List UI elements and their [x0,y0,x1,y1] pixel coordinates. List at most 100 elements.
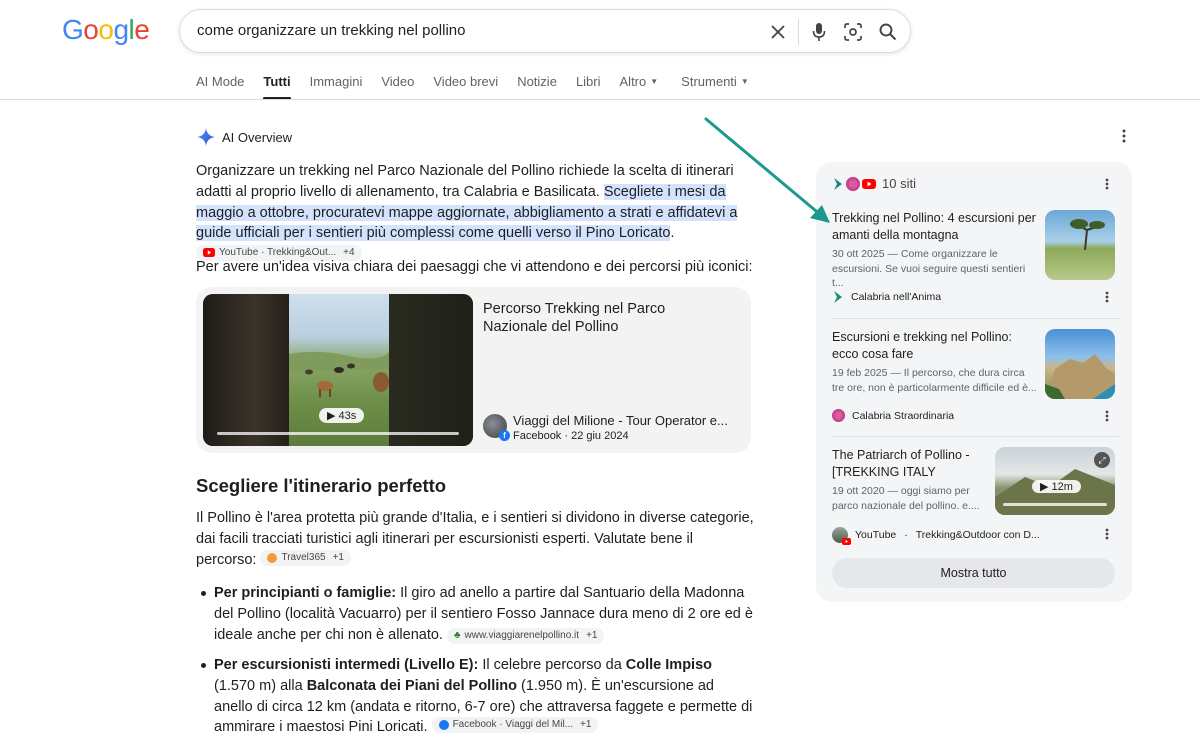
section-paragraph: Il Pollino è l'area protetta più grande … [196,508,756,570]
video-title[interactable]: Percorso Trekking nel Parco Nazionale de… [483,300,733,336]
search-tabs: AI Mode Tutti Immagini Video Video brevi… [196,74,768,100]
thumb-meadow [289,294,389,446]
bullet-dot [201,591,206,596]
sources-panel: 10 siti Trekking nel Pollino: 4 escursio… [816,162,1132,602]
youtube-icon [203,248,215,258]
cows-illustration [289,351,389,397]
channel-avatar [832,527,851,545]
sources-header[interactable]: 10 siti [832,176,916,191]
source-thumbnail[interactable] [1045,210,1115,280]
source-chip-facebook[interactable]: Facebook · Viaggi del Mil... +1 [431,717,599,734]
source-chip-plus: +1 [580,719,592,731]
show-all-button[interactable]: Mostra tutto [832,558,1115,588]
caret-down-icon: ▼ [740,77,749,86]
source-item[interactable]: Escursioni e trekking nel Pollino: ecco … [832,329,1122,429]
sources-count: 10 siti [882,176,916,191]
source-chip-travel365[interactable]: Travel365 +1 [260,549,351,566]
source-more-icon[interactable] [1099,408,1115,424]
video-card[interactable]: ▶ 43s Percorso Trekking nel Parco Nazion… [196,287,751,453]
youtube-icon [842,538,851,545]
dot-separator: · [904,529,908,541]
video-progress-bar[interactable] [1003,503,1107,506]
sources-more-icon[interactable] [1099,176,1115,192]
video-duration: ▶ 12m [1032,480,1081,493]
source-snippet: 19 feb 2025 — Il percorso, che dura circ… [832,367,1037,394]
source-chip-label: www.viaggiarenelpollino.it [464,629,580,641]
source-more-icon[interactable] [1099,289,1115,305]
intro-tail: . [670,225,675,242]
search-icon[interactable] [877,21,899,43]
thumb-right [389,294,473,446]
ai-overview-more-icon[interactable] [1116,128,1132,144]
video-duration-text: 12m [1051,481,1073,493]
video-source-name: Viaggi del Milione - Tour Operator e... [513,413,728,428]
facebook-icon [438,720,449,731]
calabria-straordinaria-icon [846,176,860,191]
source-divider [832,436,1119,437]
source-site-name: Calabria nell'Anima [851,291,942,303]
source-chip-label: Travel365 [281,551,326,563]
bullet-heading: Per principianti o famiglie: [214,585,397,601]
search-box[interactable]: come organizzare un trekking nel pollino [179,9,911,53]
tree-icon: ♣ [453,629,461,641]
search-divider [798,19,799,45]
tools-button[interactable]: Strumenti ▼ [681,74,749,100]
lens-icon[interactable] [842,21,864,43]
section-title: Scegliere l'itinerario perfetto [196,475,447,496]
bullet-text: (1.570 m) alla [214,677,307,694]
source-title[interactable]: Escursioni e trekking nel Pollino: ecco … [832,329,1037,363]
video-progress-bar[interactable] [217,432,459,435]
source-thumbnail[interactable] [1045,329,1115,399]
bullet-bold: Balconata dei Piani del Pollino [306,677,517,694]
bullet-bold: Colle Impiso [625,657,713,673]
search-input[interactable]: come organizzare un trekking nel pollino [197,22,465,39]
video-thumbnail[interactable]: ▶ 43s [203,294,473,446]
ai-overview-intro: Organizzare un trekking nel Parco Nazion… [196,161,756,265]
source-chip-viaggiare[interactable]: ♣ www.viaggiarenelpollino.it +1 [446,627,605,644]
tab-ai-mode[interactable]: AI Mode [196,74,244,100]
source-title[interactable]: The Patriarch of Pollino - [TREKKING ITA… [832,447,982,481]
facebook-icon: f [499,430,510,441]
thumb-left [203,294,289,446]
video-duration: ▶ 43s [319,408,365,423]
source-item[interactable]: Trekking nel Pollino: 4 escursioni per a… [832,210,1122,310]
calabria-anima-icon [834,177,842,190]
source-site-name: YouTube [855,529,897,541]
bullet-text: Il celebre percorso da [478,657,626,673]
source-title[interactable]: Trekking nel Pollino: 4 escursioni per a… [832,210,1037,244]
tab-images[interactable]: Immagini [310,74,363,100]
video-source-meta: Facebook · 22 giu 2024 [513,430,629,442]
clear-icon[interactable] [767,21,789,43]
source-site: Calabria Straordinaria [832,409,954,422]
bullet-dot [201,663,206,668]
tab-more[interactable]: Altro ▼ [620,74,659,100]
source-chip-plus: +1 [586,629,598,641]
bullet-heading: Per escursionisti intermedi (Livello E): [214,657,479,673]
tab-video[interactable]: Video [381,74,414,100]
rock-village-image [1045,354,1115,399]
source-divider [832,318,1119,319]
source-snippet: 30 ott 2025 — Come organizzare le escurs… [832,248,1026,289]
tools-label: Strumenti [681,74,737,89]
source-site-name: Calabria Straordinaria [852,409,955,422]
youtube-icon [862,178,876,189]
tab-books[interactable]: Libri [576,74,601,100]
caret-down-icon: ▼ [650,77,659,86]
microphone-icon[interactable] [808,21,830,43]
source-site-channel: Trekking&Outdoor con D... [915,529,1040,541]
tab-short-videos[interactable]: Video brevi [433,74,498,100]
source-chip-plus: +1 [332,551,344,563]
video-duration-text: 43s [338,410,357,422]
source-site: YouTube · Trekking&Outdoor con D... [832,527,1040,545]
calabria-straordinaria-icon [832,409,845,422]
source-item[interactable]: The Patriarch of Pollino - [TREKKING ITA… [832,447,1122,547]
source-chip-label: Facebook · Viaggi del Mil... [452,719,574,731]
source-site: Calabria nell'Anima [832,290,941,304]
video-thumbnail[interactable]: ⤢ ▶ 12m [995,447,1115,515]
source-more-icon[interactable] [1099,526,1115,542]
expand-icon[interactable]: ⤢ [1094,452,1110,468]
gemini-sparkle-icon [197,128,215,146]
google-logo[interactable]: Google [62,14,150,46]
tab-news[interactable]: Notizie [517,74,557,100]
tab-all[interactable]: Tutti [263,74,291,100]
